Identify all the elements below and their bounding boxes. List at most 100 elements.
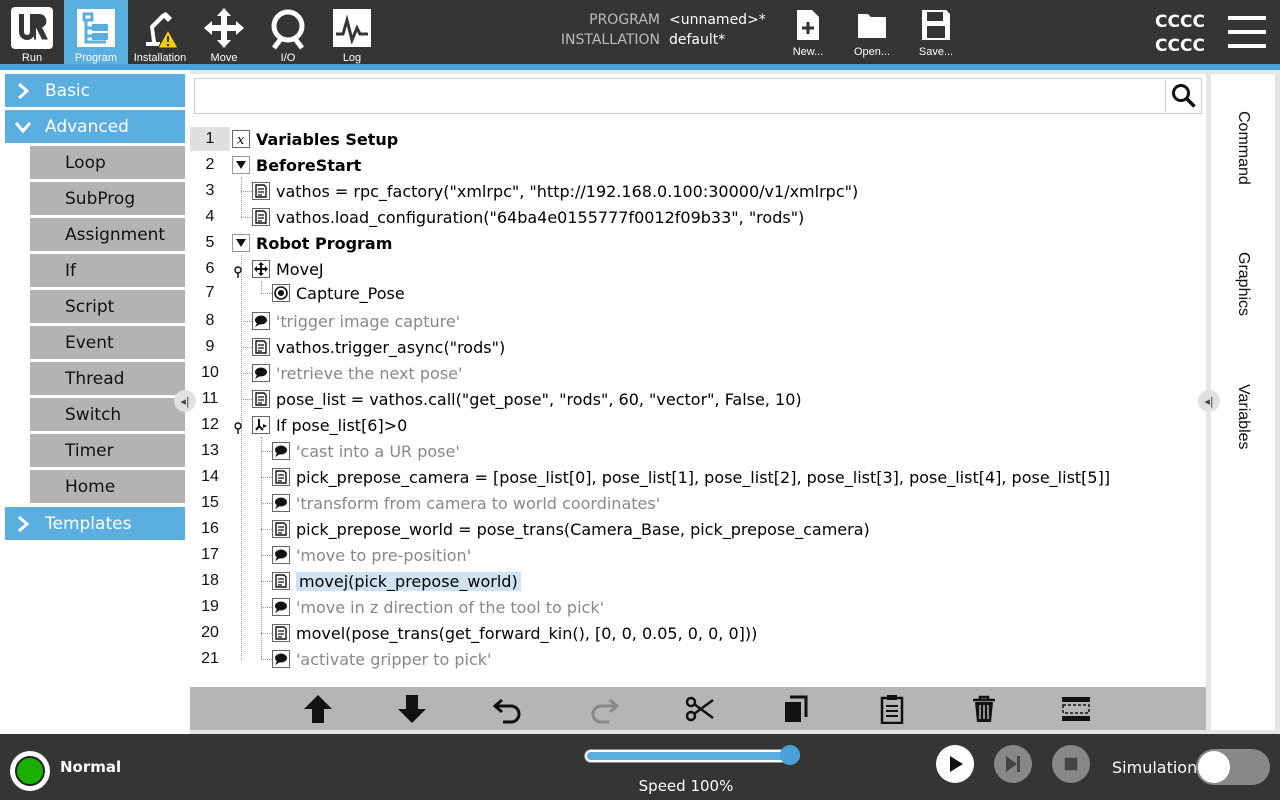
category-templates[interactable]: Templates [5,507,185,540]
advanced-item-script[interactable]: Script [30,290,185,323]
hamburger-menu-button[interactable] [1226,12,1268,52]
program-node[interactable]: 'move in z direction of the tool to pick… [272,595,604,619]
delete-button[interactable] [964,687,1004,730]
simulation-toggle[interactable] [1196,749,1270,785]
search-icon [1171,84,1196,108]
program-node[interactable]: 'activate gripper to pick' [272,647,491,671]
new-file-button[interactable]: New... [776,0,840,64]
program-node[interactable]: 'trigger image capture' [252,309,460,333]
folder-icon [858,14,886,38]
nav-move-label: Move [210,52,238,64]
program-node-text: pick_prepose_world = pose_trans(Camera_B… [296,519,870,539]
advanced-item-loop[interactable]: Loop [30,146,185,179]
redo-button[interactable] [584,687,624,730]
speed-slider-fill [587,752,797,760]
tree-guide-line [261,293,272,294]
node-pin-icon[interactable] [233,263,243,278]
advanced-item-subprog[interactable]: SubProg [30,182,185,215]
program-node[interactable]: pick_prepose_world = pose_trans(Camera_B… [272,517,870,541]
nav-io-button[interactable]: I/O [256,0,320,64]
advanced-item-event[interactable]: Event [30,326,185,359]
line-number: 16 [201,520,219,537]
advanced-item-if[interactable]: If [30,254,185,287]
program-node[interactable]: pose_list = vathos.call("get_pose", "rod… [252,387,802,411]
program-node[interactable]: MoveJ [252,257,324,281]
collapse-triangle-icon[interactable] [232,156,250,174]
script-icon [252,338,270,356]
nav-program-button[interactable]: Program [64,0,128,64]
line-number: 5 [205,234,215,251]
program-node-text: movej(pick_prepose_world) [296,571,521,591]
redo-icon [591,698,619,723]
advanced-item-switch[interactable]: Switch [30,398,185,431]
program-node[interactable]: vathos.load_configuration("64ba4e0155777… [252,205,804,229]
advanced-item-timer[interactable]: Timer [30,434,185,467]
line-number: 7 [205,284,215,301]
advanced-item-assignment[interactable]: Assignment [30,218,185,251]
program-node[interactable]: Capture_Pose [272,281,405,305]
undo-button[interactable] [488,687,528,730]
save-file-button[interactable]: Save... [904,0,968,64]
step-button[interactable] [994,745,1032,783]
search-button[interactable] [1165,80,1201,112]
category-basic[interactable]: Basic [5,74,185,107]
program-node[interactable]: movej(pick_prepose_world) [272,569,521,593]
collapse-triangle-icon[interactable] [232,234,250,252]
open-file-label: Open... [853,46,891,58]
program-node[interactable]: x Variables Setup [232,127,398,151]
nav-run-button[interactable]: Run [0,0,64,64]
suppress-button[interactable] [1056,687,1096,730]
advanced-item-label: Loop [65,152,106,173]
program-node[interactable]: vathos.trigger_async("rods") [252,335,505,359]
search-input[interactable] [194,78,1202,114]
category-advanced[interactable]: Advanced [5,110,185,143]
tab-variables[interactable]: Variables [1211,364,1275,470]
nav-run-label: Run [21,52,43,64]
program-node[interactable]: 'retrieve the next pose' [252,361,462,385]
line-number: 20 [201,624,219,641]
nav-move-button[interactable]: Move [192,0,256,64]
program-node[interactable]: 'transform from camera to world coordina… [272,491,660,515]
tab-command[interactable]: Command [1211,90,1275,206]
tree-guide-line [261,437,262,659]
stop-button[interactable] [1052,745,1090,783]
copy-button[interactable] [776,687,816,730]
nav-installation-button[interactable]: Installation [128,0,192,64]
trash-icon [973,695,995,722]
program-node[interactable]: Robot Program [232,231,392,255]
speed-slider-handle[interactable] [780,745,800,765]
line-number: 6 [205,260,215,277]
left-panel-splitter[interactable]: ◂| [174,390,196,412]
move-down-button[interactable] [392,687,432,730]
clipboard-icon [880,694,904,724]
program-node-text: 'transform from camera to world coordina… [296,493,661,513]
log-chart-icon [333,9,371,47]
play-button[interactable] [936,745,974,783]
tab-graphics[interactable]: Graphics [1211,234,1275,334]
program-node[interactable]: pick_prepose_camera = [pose_list[0], pos… [272,465,1110,489]
program-node[interactable]: 'cast into a UR pose' [272,439,460,463]
line-number: 19 [201,598,219,615]
tree-guide-line [261,659,272,660]
speed-slider-track[interactable] [584,749,800,763]
program-node-text: 'move to pre-position' [296,545,472,565]
line-number: 12 [201,416,219,433]
power-status-button[interactable] [10,751,50,791]
node-pin-icon[interactable] [233,419,243,434]
program-node[interactable]: If pose_list[6]>0 [252,413,407,437]
program-node[interactable]: vathos = rpc_factory("xmlrpc", "http://1… [252,179,858,203]
nav-log-button[interactable]: Log [320,0,384,64]
cut-button[interactable] [680,687,720,730]
advanced-item-thread[interactable]: Thread [30,362,185,395]
move-up-button[interactable] [298,687,338,730]
advanced-item-label: Home [65,476,116,497]
advanced-item-label: Timer [65,440,114,461]
right-panel-splitter[interactable]: ◂| [1198,390,1220,412]
program-icon [77,9,115,47]
paste-button[interactable] [872,687,912,730]
advanced-item-home[interactable]: Home [30,470,185,503]
program-node[interactable]: 'move to pre-position' [272,543,471,567]
program-node[interactable]: movel(pose_trans(get_forward_kin(), [0, … [272,621,757,645]
open-file-button[interactable]: Open... [840,0,904,64]
program-node[interactable]: BeforeStart [232,153,361,177]
